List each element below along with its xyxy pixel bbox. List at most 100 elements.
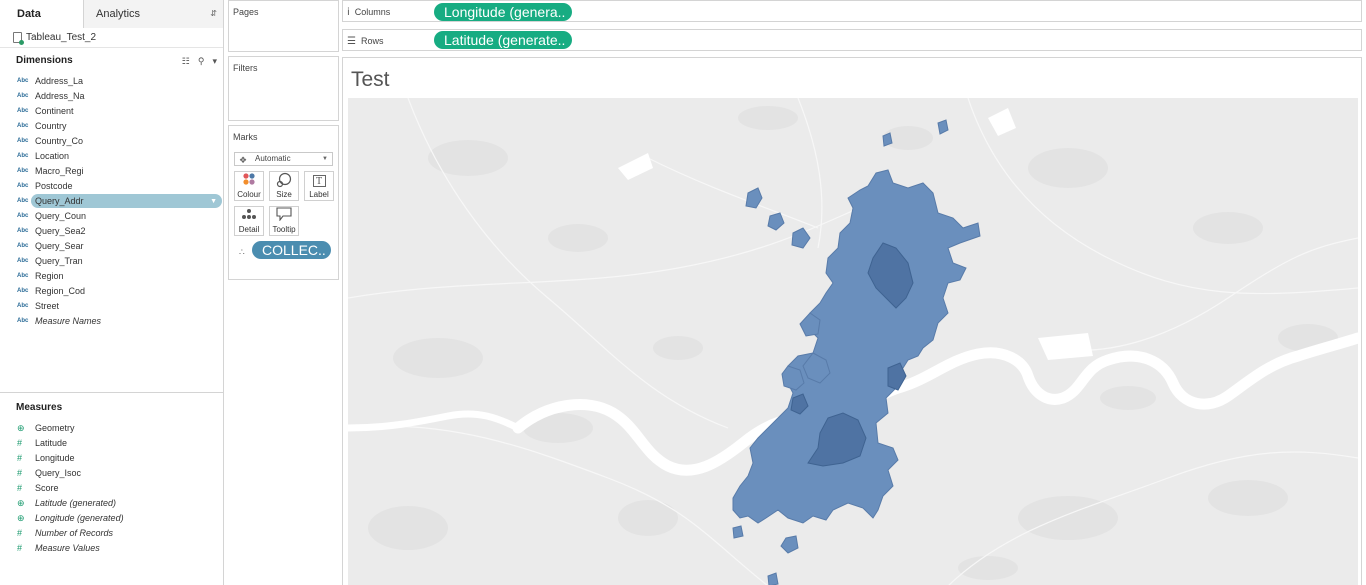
field-name: Measure Values <box>35 543 100 553</box>
colour-button[interactable]: Colour <box>234 171 264 201</box>
coverage-polygon-ne[interactable] <box>937 119 949 135</box>
size-button[interactable]: Size <box>269 171 299 201</box>
dimension-field[interactable]: Abc Region <box>0 269 223 284</box>
tab-analytics-label: Analytics <box>96 8 141 20</box>
map-marks-icon: ❖ <box>239 155 248 165</box>
dimension-field[interactable]: Abc Country_Co <box>0 134 223 149</box>
field-name: Address_Na <box>35 91 85 101</box>
measure-field[interactable]: # Number of Records <box>0 526 224 541</box>
search-icon[interactable]: ⚲ <box>198 48 205 74</box>
mark-type-dropdown[interactable]: ❖ Automatic ▼ <box>234 152 333 166</box>
measure-field[interactable]: # Longitude <box>0 451 224 466</box>
size-label: Size <box>276 190 292 199</box>
measures-header: Measures <box>16 402 63 413</box>
dimension-field[interactable]: Abc Location <box>0 149 223 164</box>
measure-field[interactable]: ⊕ Geometry <box>0 421 224 436</box>
globe-icon: ⊕ <box>17 423 25 433</box>
measure-field[interactable]: ⊕ Longitude (generated) <box>0 511 224 526</box>
string-type-icon: Abc <box>17 123 29 129</box>
field-name: Query_Addr <box>35 196 84 206</box>
mark-type-value: Automatic <box>255 154 291 163</box>
field-name: Postcode <box>35 181 73 191</box>
dimension-field[interactable]: Abc Continent <box>0 104 223 119</box>
map-view[interactable] <box>348 98 1358 585</box>
field-name: Region <box>35 271 64 281</box>
coverage-polygon-s3[interactable] <box>732 525 744 539</box>
dimension-field[interactable]: Abc Address_Na <box>0 89 223 104</box>
number-icon: # <box>17 528 23 538</box>
coverage-polygons[interactable] <box>732 119 981 585</box>
dimension-field[interactable]: Abc Query_Addr ▼ <box>0 194 223 209</box>
dimension-field[interactable]: Abc Measure Names <box>0 314 223 329</box>
field-name: Street <box>35 301 60 311</box>
measure-field[interactable]: # Score <box>0 481 224 496</box>
field-name: Country <box>35 121 67 131</box>
field-name: Longitude (generated) <box>35 513 124 523</box>
dropdown-icon[interactable]: ▾ <box>212 48 217 74</box>
chevron-down-icon[interactable]: ▼ <box>210 194 217 209</box>
string-type-icon: Abc <box>17 183 29 189</box>
label-t-icon: T <box>312 175 326 187</box>
river-docks <box>1038 333 1093 360</box>
field-name: Query_Isoc <box>35 468 82 478</box>
coverage-polygon-s1[interactable] <box>780 535 799 554</box>
coverage-polygon-nw-2[interactable] <box>767 212 785 231</box>
detail-pill-collect[interactable]: COLLEC.. <box>252 241 331 259</box>
dimension-field[interactable]: Abc Macro_Regi <box>0 164 223 179</box>
dimension-field[interactable]: Abc Street <box>0 299 223 314</box>
number-icon: # <box>17 543 23 553</box>
dimension-field[interactable]: Abc Query_Tran <box>0 254 223 269</box>
columns-shelf-label: ⅰ Columns <box>347 1 390 24</box>
rows-shelf[interactable]: ☰ Rows Latitude (generate.. <box>342 29 1362 51</box>
datasource-name: Tableau_Test_2 <box>26 31 97 43</box>
chevron-down-icon: ▼ <box>322 156 328 162</box>
rows-pill-latitude[interactable]: Latitude (generate.. <box>434 31 572 49</box>
size-icon <box>270 172 298 190</box>
tooltip-button[interactable]: Tooltip <box>269 206 299 236</box>
dimension-field[interactable]: Abc Postcode <box>0 179 223 194</box>
columns-label: Columns <box>354 7 391 17</box>
measure-field[interactable]: # Latitude <box>0 436 224 451</box>
viz-area: Test <box>342 57 1362 585</box>
coverage-polygon-s2[interactable] <box>767 572 779 585</box>
pane-tabs: Data Analytics ⇵ <box>0 0 223 28</box>
view-data-icon[interactable]: ☷ <box>182 48 190 74</box>
datasource-item[interactable]: Tableau_Test_2 <box>0 28 223 48</box>
divider <box>0 392 224 393</box>
tooltip-label: Tooltip <box>272 225 296 234</box>
number-icon: # <box>17 453 23 463</box>
dimension-field[interactable]: Abc Query_Sear <box>0 239 223 254</box>
filters-card[interactable]: Filters <box>228 56 339 121</box>
string-type-icon: Abc <box>17 93 29 99</box>
colour-label: Colour <box>237 190 261 199</box>
filters-title: Filters <box>233 63 258 73</box>
string-type-icon: Abc <box>17 168 29 174</box>
columns-shelf[interactable]: ⅰ Columns Longitude (genera.. <box>342 0 1362 22</box>
pages-title: Pages <box>233 7 259 17</box>
measures-list: ⊕ Geometry # Latitude # Longitude # Query_Isoc #… <box>0 421 224 556</box>
marks-card: Marks ❖ Automatic ▼ Colour Size T Label … <box>228 125 339 280</box>
dimension-field[interactable]: Abc Address_La <box>0 74 223 89</box>
dimension-field[interactable]: Abc Region_Cod <box>0 284 223 299</box>
string-type-icon: Abc <box>17 228 29 234</box>
field-name: Continent <box>35 106 74 116</box>
dimension-field[interactable]: Abc Country <box>0 119 223 134</box>
dimension-field[interactable]: Abc Query_Sea2 <box>0 224 223 239</box>
detail-label: Detail <box>238 225 260 234</box>
dimension-field[interactable]: Abc Query_Coun <box>0 209 223 224</box>
field-name: Location <box>35 151 70 161</box>
field-name: Query_Tran <box>35 256 83 266</box>
detail-button[interactable]: Detail <box>234 206 264 236</box>
measure-field[interactable]: # Measure Values <box>0 541 224 556</box>
viz-title[interactable]: Test <box>351 68 390 92</box>
pages-card[interactable]: Pages <box>228 0 339 52</box>
columns-pill-longitude[interactable]: Longitude (genera.. <box>434 3 572 21</box>
tab-analytics[interactable]: Analytics ⇵ <box>84 0 223 28</box>
string-type-icon: Abc <box>17 213 29 219</box>
field-name: Measure Names <box>35 316 102 326</box>
label-button[interactable]: T Label <box>304 171 334 201</box>
measure-field[interactable]: # Query_Isoc <box>0 466 224 481</box>
tab-data[interactable]: Data <box>0 0 84 28</box>
measure-field[interactable]: ⊕ Latitude (generated) <box>0 496 224 511</box>
rows-icon: ☰ <box>347 36 356 47</box>
